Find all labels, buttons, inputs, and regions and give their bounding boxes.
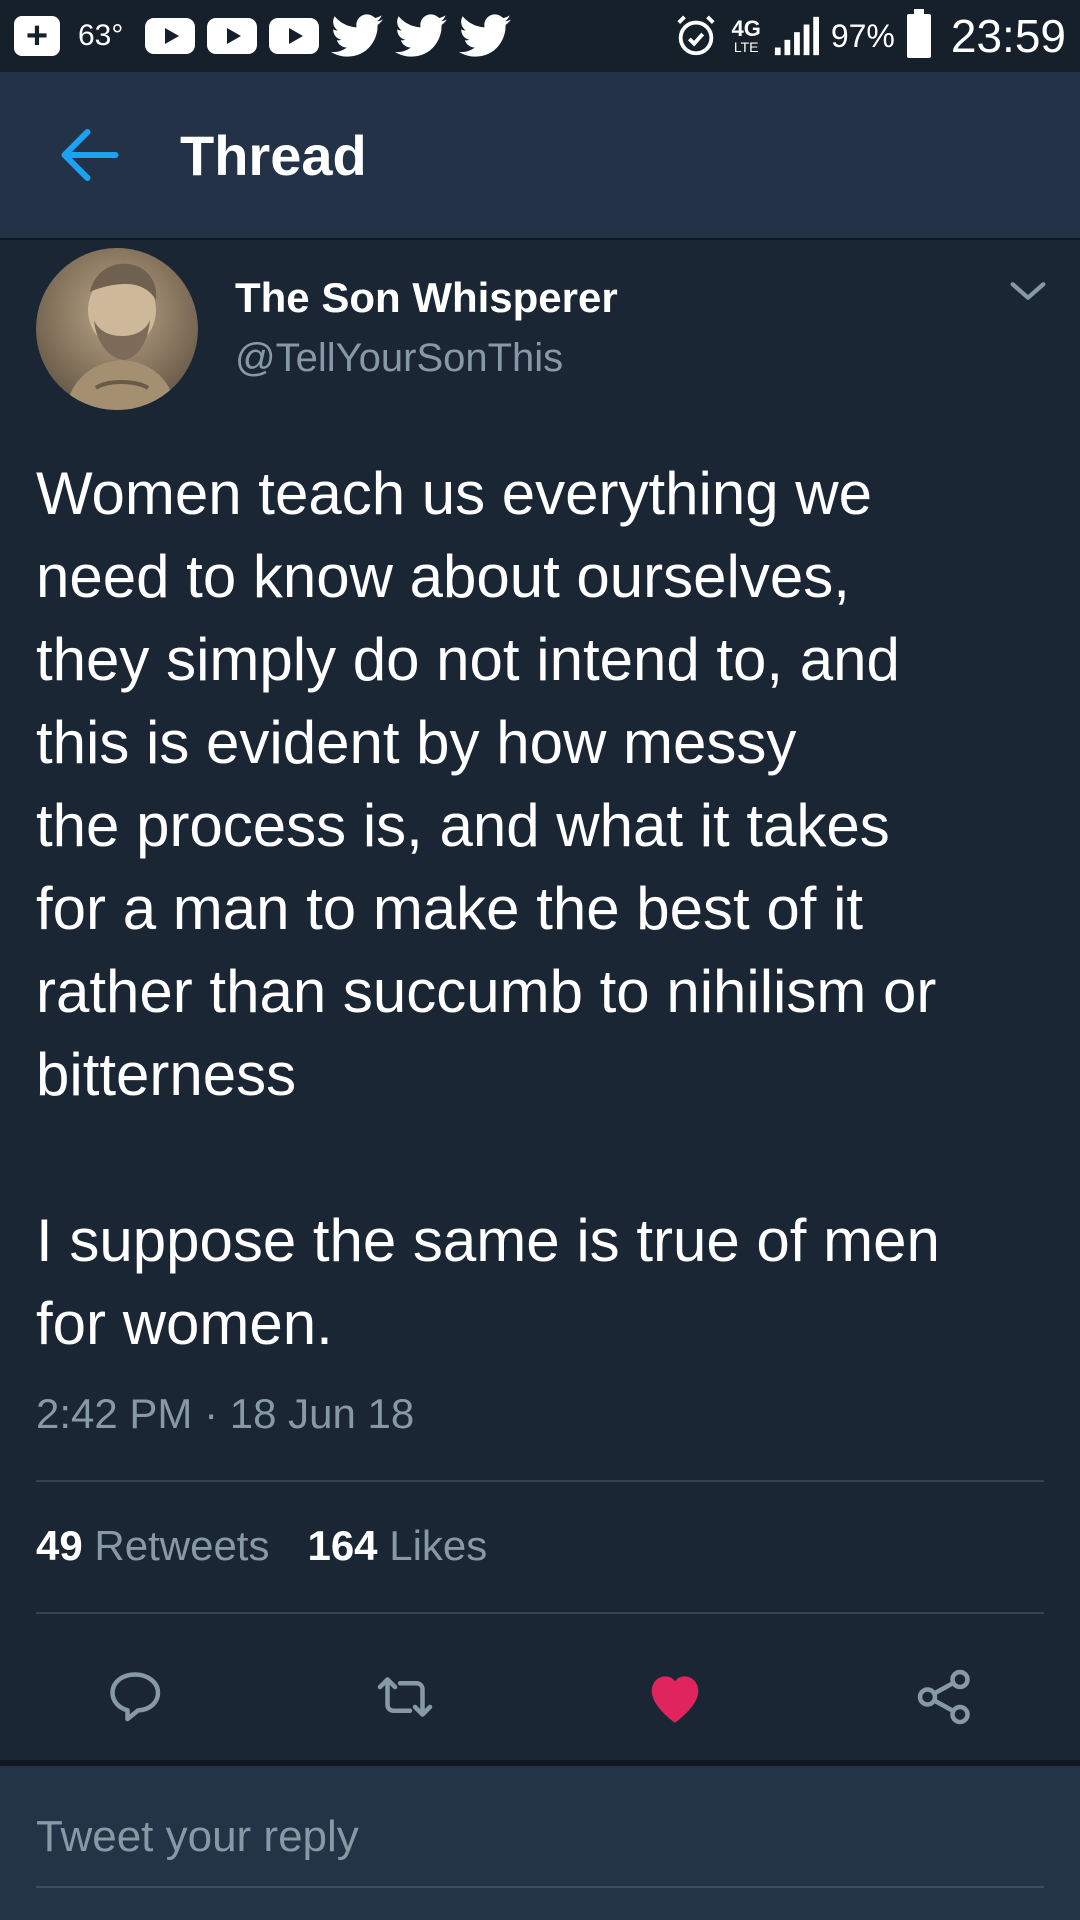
youtube-icon	[145, 18, 196, 54]
share-button[interactable]	[910, 1664, 980, 1730]
divider	[36, 1612, 1044, 1614]
youtube-icon	[207, 18, 258, 54]
author-handle[interactable]: @TellYourSonThis	[235, 336, 563, 381]
network-indicator: 4G LTE	[731, 16, 761, 55]
author-name[interactable]: The Son Whisperer	[235, 274, 618, 322]
tweet-actions	[0, 1642, 1080, 1752]
twitter-bird-icon	[331, 14, 384, 57]
retweet-label: Retweets	[94, 1522, 270, 1569]
likes-stat[interactable]: 164 Likes	[307, 1522, 487, 1570]
battery-percent: 97%	[830, 17, 895, 54]
plus-icon: +	[14, 16, 60, 56]
stats-row: 49 Retweets 164 Likes	[36, 1522, 487, 1570]
page-title: Thread	[180, 123, 367, 187]
retweet-button[interactable]	[370, 1664, 440, 1730]
arrow-left-icon	[61, 129, 119, 181]
twitter-bird-icon	[459, 14, 512, 57]
tweet-text: Women teach us everything we need to kno…	[36, 460, 940, 1357]
like-button[interactable]	[640, 1664, 710, 1730]
retweets-stat[interactable]: 49 Retweets	[36, 1522, 269, 1570]
network-label: 4G	[731, 16, 761, 41]
youtube-icon	[269, 18, 320, 54]
status-bar: + 63° 4G LTE 97% 23:59	[0, 0, 1080, 72]
share-icon	[917, 1669, 970, 1725]
tweet-timestamp: 2:42 PM · 18 Jun 18	[36, 1390, 415, 1437]
network-sub-label: LTE	[733, 39, 759, 55]
like-count: 164	[307, 1522, 378, 1569]
back-button[interactable]	[0, 72, 180, 238]
retweet-icon	[377, 1677, 433, 1717]
bust-portrait-image	[66, 263, 176, 410]
tweet-menu-button[interactable]	[1005, 272, 1051, 308]
twitter-bird-icon	[395, 14, 448, 57]
status-bar-right: 4G LTE 97% 23:59	[673, 9, 1066, 63]
signal-icon	[774, 16, 819, 56]
battery-icon	[906, 9, 931, 58]
alarm-icon	[677, 15, 716, 56]
tweet: The Son Whisperer @TellYourSonThis Women…	[0, 242, 1080, 1757]
reply-bar	[0, 1760, 1080, 1920]
avatar[interactable]	[36, 248, 198, 410]
divider	[36, 1480, 1044, 1482]
chevron-down-icon	[1010, 282, 1046, 300]
clock: 23:59	[950, 10, 1066, 62]
like-label: Likes	[389, 1522, 488, 1569]
reply-input[interactable]	[36, 1788, 1044, 1888]
app-header: Thread	[0, 72, 1080, 240]
temperature-label: 63°	[78, 19, 124, 52]
reply-button[interactable]	[100, 1664, 170, 1730]
heart-icon	[651, 1676, 699, 1723]
retweet-count: 49	[36, 1522, 83, 1569]
status-bar-left: + 63°	[14, 14, 512, 58]
reply-icon	[110, 1672, 161, 1722]
